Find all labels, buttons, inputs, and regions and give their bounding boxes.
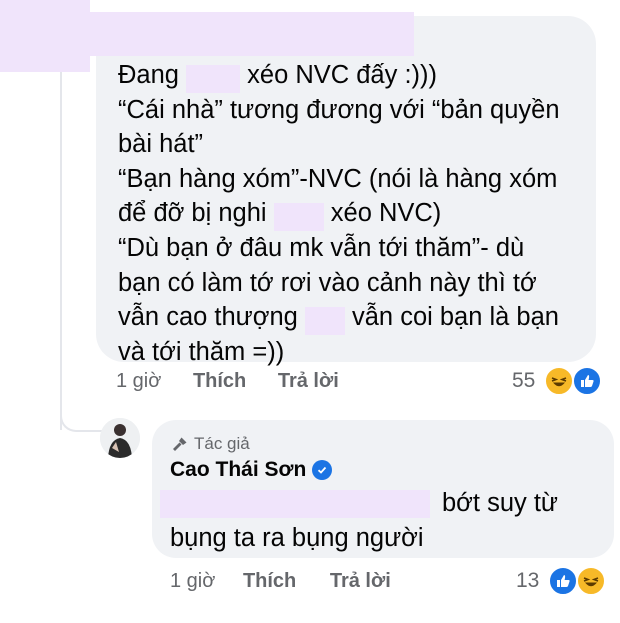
comment-text: Đang xéo NVC đấy :))) “Cái nhà” tương đư… (118, 58, 588, 369)
haha-icon[interactable] (544, 366, 574, 396)
reply-button[interactable]: Trả lời (330, 570, 391, 592)
redaction (186, 64, 241, 93)
redaction (304, 306, 345, 335)
reply-actions: 1 giờ Thích Trả lời (170, 570, 391, 593)
comment-line: “Cái nhà” tương đương với “bản quyền (118, 95, 560, 124)
author-name[interactable]: Cao Thái Sơn (170, 458, 333, 482)
comment-line: để đỡ bị nghi xéo NVC) (118, 196, 588, 231)
reply-text: bớt suy từ bụng ta ra bụng người (170, 486, 600, 555)
avatar[interactable] (100, 418, 140, 458)
comment-line: và tới thăm =)) (118, 337, 285, 366)
reply-button[interactable]: Trả lời (278, 370, 339, 392)
redacted-avatar-area (0, 0, 90, 72)
author-badge: Tác giả (172, 434, 250, 454)
comment-line: “Dù bạn ở đâu mk vẫn tới thăm”- dù (118, 233, 525, 262)
author-name-text[interactable]: Cao Thái Sơn (170, 458, 306, 482)
thread-connector (60, 400, 102, 432)
verified-badge-icon (312, 460, 333, 480)
like-button[interactable]: Thích (243, 570, 296, 592)
like-icon[interactable] (548, 566, 578, 596)
redaction (273, 202, 324, 231)
comment-line: bạn có làm tớ rơi vào cảnh này thì tớ (118, 268, 537, 297)
author-badge-label: Tác giả (194, 434, 250, 453)
comment-actions: 1 giờ Thích Trả lời (116, 370, 339, 393)
comment-line: bài hát” (118, 130, 204, 159)
reaction-count[interactable]: 55 (512, 369, 535, 393)
reply-time[interactable]: 1 giờ (170, 570, 215, 592)
microphone-icon (173, 437, 187, 451)
reply-line: bụng ta ra bụng người (170, 523, 424, 552)
haha-icon[interactable] (576, 566, 606, 596)
comment-line: “Bạn hàng xóm”-NVC (nói là hàng xóm (118, 164, 558, 193)
like-button[interactable]: Thích (193, 370, 246, 392)
comment-line: vẫn cao thượng vẫn coi bạn là bạn (118, 300, 588, 335)
reaction-count[interactable]: 13 (516, 569, 539, 593)
comment-time[interactable]: 1 giờ (116, 370, 161, 392)
reply-line: bớt suy từ (442, 489, 558, 517)
redacted-author-name (90, 12, 414, 56)
like-icon[interactable] (572, 366, 602, 396)
comment-line: Đang xéo NVC đấy :))) (118, 58, 588, 93)
